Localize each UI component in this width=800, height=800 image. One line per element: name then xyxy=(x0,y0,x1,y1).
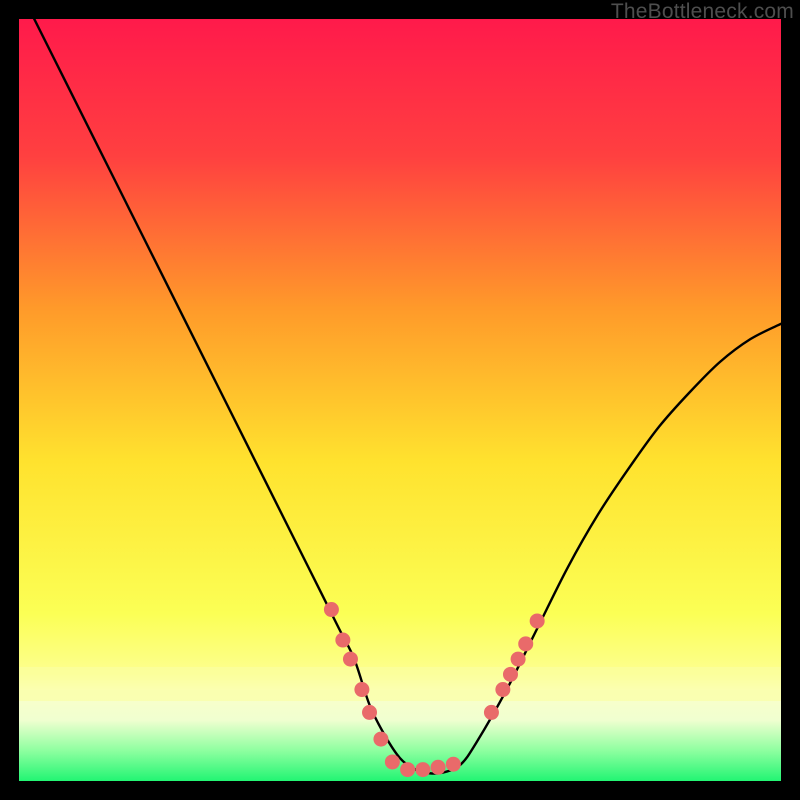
highlight-band xyxy=(19,667,781,701)
data-point xyxy=(373,732,388,747)
watermark-text: TheBottleneck.com xyxy=(611,0,794,24)
data-point xyxy=(431,760,446,775)
data-point xyxy=(415,762,430,777)
data-point xyxy=(484,705,499,720)
data-point xyxy=(324,602,339,617)
data-point xyxy=(530,613,545,628)
bottleneck-chart xyxy=(19,19,781,781)
gradient-background xyxy=(19,19,781,781)
data-point xyxy=(511,652,526,667)
data-point xyxy=(335,633,350,648)
data-point xyxy=(518,636,533,651)
data-point xyxy=(362,705,377,720)
chart-frame xyxy=(19,19,781,781)
data-point xyxy=(354,682,369,697)
data-point xyxy=(503,667,518,682)
data-point xyxy=(343,652,358,667)
data-point xyxy=(495,682,510,697)
data-point xyxy=(400,762,415,777)
data-point xyxy=(446,757,461,772)
data-point xyxy=(385,754,400,769)
